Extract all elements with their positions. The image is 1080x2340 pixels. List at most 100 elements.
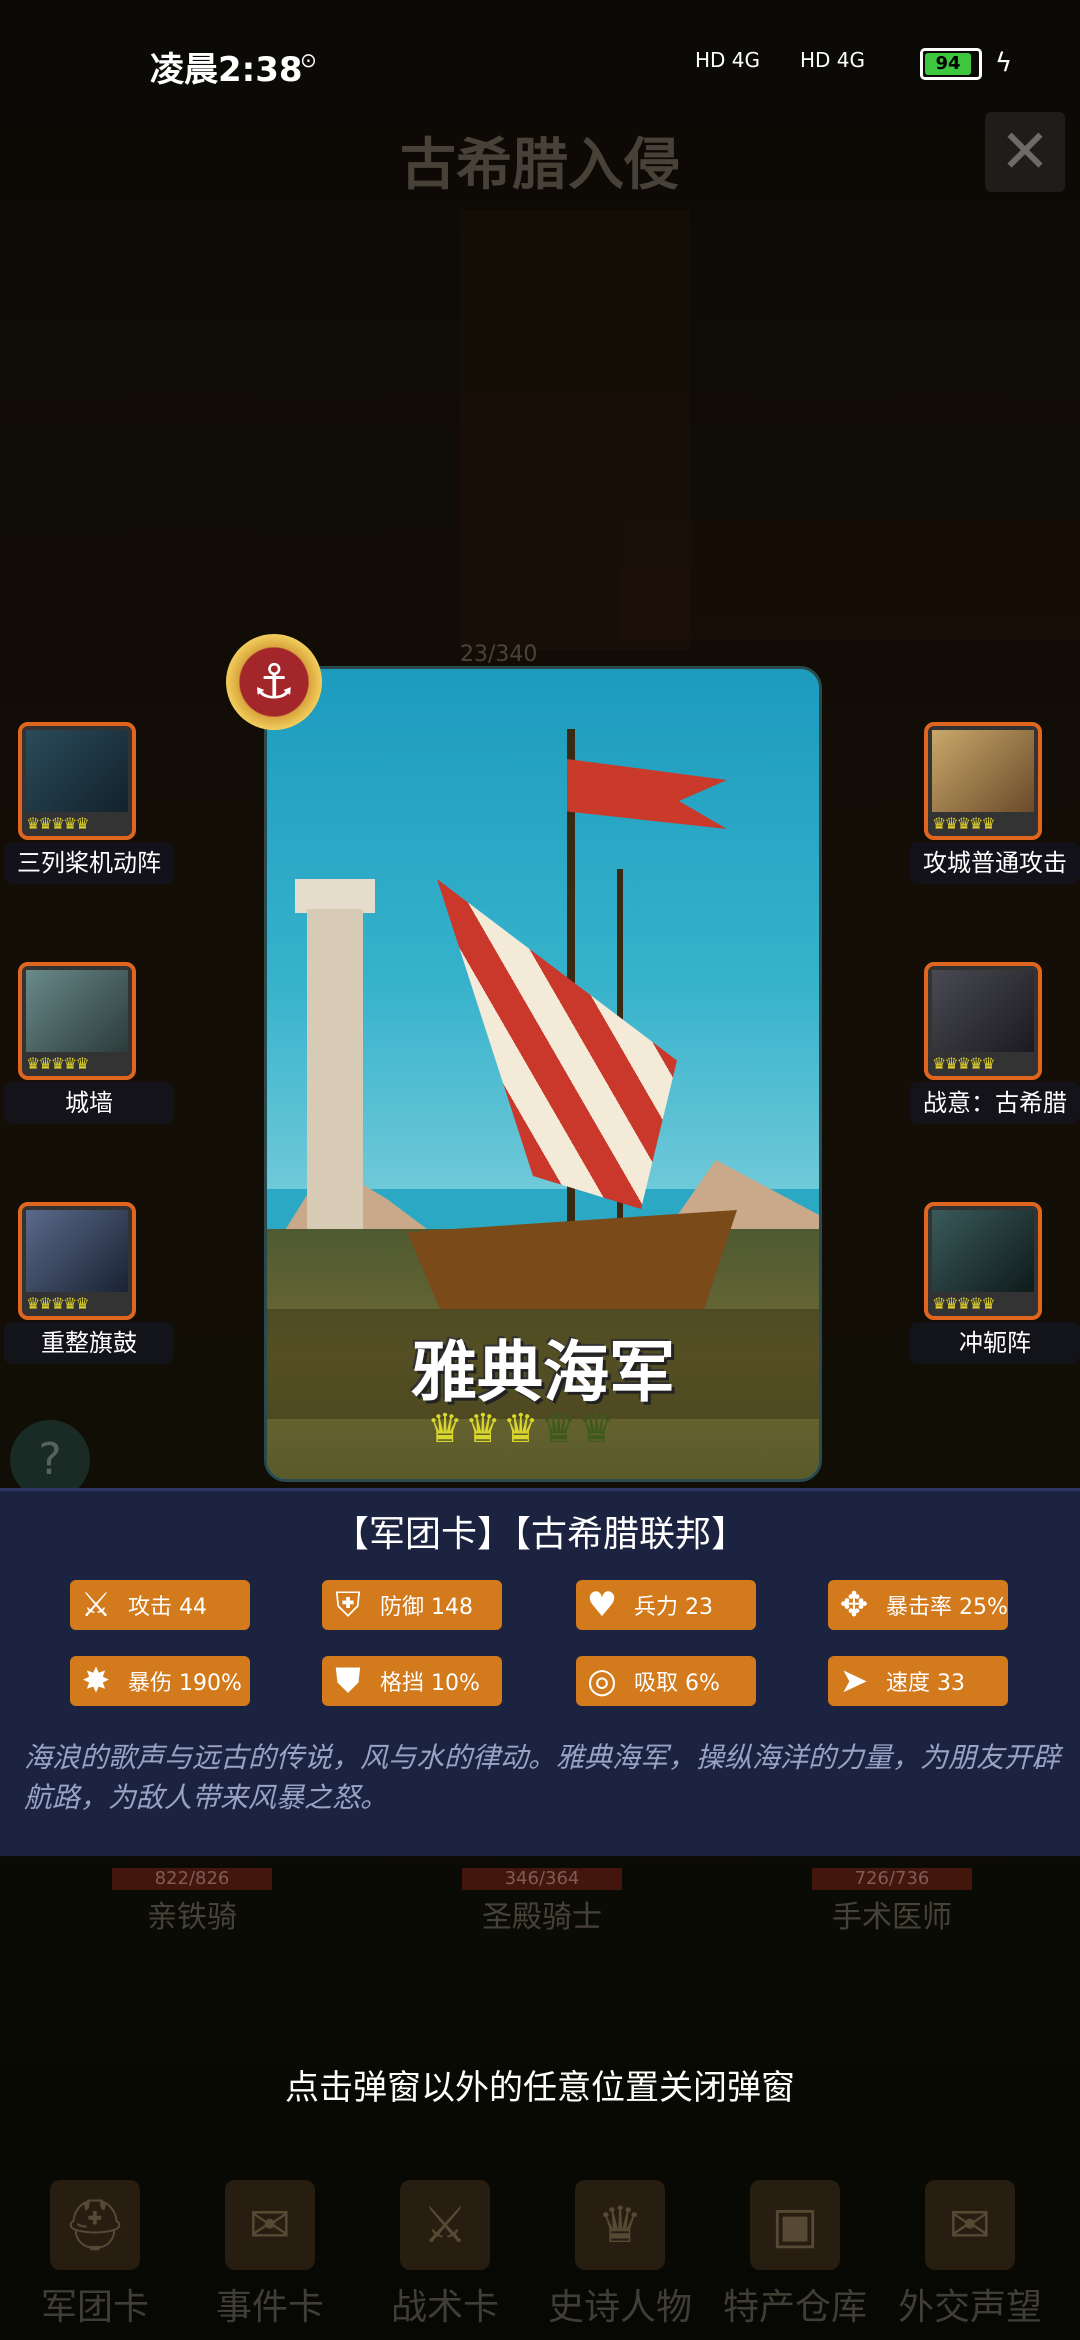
anchor-icon: ⚓ (226, 634, 322, 730)
knight-icon (26, 1210, 128, 1292)
crown-icon: ♛ (427, 1406, 463, 1452)
page-title: 古希腊入侵 (400, 133, 680, 198)
stat-crit-rate: ✥ 暴击率 25% (828, 1580, 1008, 1630)
nav-item-event-cards[interactable]: ✉ 事件卡 (185, 2170, 355, 2340)
nav-item-diplomacy[interactable]: ✉ 外交声望 (885, 2170, 1070, 2340)
unit-name: 手术医师 (832, 1900, 952, 1935)
unit-name: 亲铁骑 (147, 1900, 237, 1935)
heart-icon: ♥ (586, 1585, 618, 1625)
stat-label: 速度 33 (886, 1671, 965, 1696)
skill-slot-left-3[interactable]: ♛♛♛♛♛ 重整旗鼓 (4, 1202, 174, 1402)
skill-frame: ♛♛♛♛♛ (18, 1202, 136, 1320)
stat-label: 防御 148 (380, 1595, 473, 1620)
crossed-swords-icon: ⚔ (400, 2180, 490, 2270)
skill-label: 三列桨机动阵 (4, 842, 174, 884)
nav-item-epic-figures[interactable]: ♛ 史诗人物 (535, 2170, 705, 2340)
crit-icon: ✥ (839, 1585, 869, 1625)
skill-crowns: ♛♛♛♛♛ (26, 1294, 90, 1313)
nav-label: 外交声望 (897, 2287, 1042, 2328)
skill-frame: ♛♛♛♛♛ (18, 722, 136, 840)
status-bar: 凌晨2:38 ⊙ HD 4G HD 4G 94 ϟ (0, 0, 1080, 130)
skill-crowns: ♛♛♛♛♛ (932, 814, 996, 833)
scroll-icon: ✉ (225, 2180, 315, 2270)
skill-label: 冲轭阵 (910, 1322, 1080, 1364)
crown-icon: ♛ (502, 1406, 539, 1452)
charging-icon: ϟ (995, 48, 1013, 78)
card-name: 雅典海军 (411, 1334, 675, 1411)
skill-frame: ♛♛♛♛♛ (924, 962, 1042, 1080)
nav-item-legion-cards[interactable]: ⛑ 军团卡 (10, 2170, 180, 2340)
card-tags: 【军团卡】【古希腊联邦】 (332, 1514, 747, 1555)
skill-frame: ♛♛♛♛♛ (18, 962, 136, 1080)
card-star-rating: ♛ ♛ ♛ ♛ ♛ (427, 1405, 667, 1453)
stat-block: ⛊ 格挡 10% (322, 1656, 502, 1706)
sync-icon: ⊙ (300, 48, 317, 72)
background-counter: 23/340 (460, 642, 538, 667)
stat-troops: ♥ 兵力 23 (576, 1580, 756, 1630)
unit-card: 雅典海军 ♛ ♛ ♛ ♛ ♛ (264, 666, 822, 1482)
block-icon: ⛊ (335, 1661, 361, 1701)
attack-icon: ⚔ (80, 1585, 112, 1625)
stat-label: 吸取 6% (634, 1671, 720, 1696)
chest-icon: ▣ (750, 2180, 840, 2270)
unit-hp-bar: 346/364 (462, 1868, 622, 1890)
skill-label: 城墙 (4, 1082, 174, 1124)
card-pillar (307, 909, 363, 1269)
network-icon: HD 4G (695, 48, 761, 72)
stat-label: 兵力 23 (634, 1595, 713, 1620)
nav-label: 史诗人物 (547, 2287, 692, 2328)
stat-speed: ➤ 速度 33 (828, 1656, 1008, 1706)
crown-icon: ♛ (578, 1406, 615, 1452)
nav-label: 战术卡 (390, 2287, 499, 2328)
unit-name: 圣殿骑士 (482, 1900, 602, 1935)
stat-crit-damage: ✸ 暴伤 190% (70, 1656, 250, 1706)
lifesteal-icon: ◎ (587, 1661, 617, 1701)
letter-icon: ✉ (925, 2180, 1015, 2270)
bottom-nav: ⛑ 军团卡 ✉ 事件卡 ⚔ 战术卡 ♛ 史诗人物 ▣ 特产仓库 ✉ 外交声望 (0, 2170, 1080, 2340)
skill-crowns: ♛♛♛♛♛ (932, 1294, 996, 1313)
status-time: 凌晨2:38 (150, 50, 303, 90)
unit-hp-bar: 822/826 (112, 1868, 272, 1890)
skill-label: 攻城普通攻击 (910, 842, 1080, 884)
stat-label: 攻击 44 (128, 1595, 207, 1620)
nav-label: 特产仓库 (722, 2287, 867, 2328)
skill-crowns: ♛♛♛♛♛ (26, 1054, 90, 1073)
skill-crowns: ♛♛♛♛♛ (26, 814, 90, 833)
crit-damage-icon: ✸ (81, 1661, 111, 1701)
fire-icon (932, 730, 1034, 812)
crown-icon: ♛ (464, 1406, 501, 1452)
nav-label: 军团卡 (40, 2287, 149, 2328)
wall-icon (26, 970, 128, 1052)
warrior-icon (932, 1210, 1034, 1292)
skill-slot-right-3[interactable]: ♛♛♛♛♛ 冲轭阵 (910, 1202, 1080, 1402)
battery-level: 94 (925, 53, 971, 75)
nav-item-specialty-warehouse[interactable]: ▣ 特产仓库 (710, 2170, 880, 2340)
skill-slot-left-1[interactable]: ♛♛♛♛♛ 三列桨机动阵 (4, 722, 174, 922)
skill-label: 战意：古希腊 (910, 1082, 1080, 1124)
skill-slot-left-2[interactable]: ♛♛♛♛♛ 城墙 (4, 962, 174, 1162)
stat-label: 暴伤 190% (128, 1671, 242, 1696)
speed-icon: ➤ (839, 1661, 869, 1701)
defense-icon: ⛨ (335, 1585, 361, 1625)
skill-slot-right-1[interactable]: ♛♛♛♛♛ 攻城普通攻击 (910, 722, 1080, 922)
skill-frame: ♛♛♛♛♛ (924, 1202, 1042, 1320)
ship-icon (26, 730, 128, 812)
stat-lifesteal: ◎ 吸取 6% (576, 1656, 756, 1706)
skill-frame: ♛♛♛♛♛ (924, 722, 1042, 840)
stat-attack: ⚔ 攻击 44 (70, 1580, 250, 1630)
sword-icon (932, 970, 1034, 1052)
stat-label: 暴击率 25% (886, 1595, 1008, 1620)
helmet-icon: ⛑ (50, 2180, 140, 2270)
card-description: 海浪的歌声与远古的传说，风与水的律动。雅典海军，操纵海洋的力量，为朋友开辟航路，… (24, 1741, 1061, 1814)
close-button[interactable]: ✕ (985, 112, 1065, 192)
crown-icon: ♛ (575, 2180, 665, 2270)
card-pillar-cap (295, 879, 375, 913)
close-icon: ✕ (999, 117, 1051, 187)
skill-slot-right-2[interactable]: ♛♛♛♛♛ 战意：古希腊 (910, 962, 1080, 1162)
stat-defense: ⛨ 防御 148 (322, 1580, 502, 1630)
crown-icon: ♛ (540, 1406, 577, 1452)
close-hint: 点击弹窗以外的任意位置关闭弹窗 (285, 2068, 795, 2108)
nav-item-tactic-cards[interactable]: ⚔ 战术卡 (360, 2170, 530, 2340)
nav-label: 事件卡 (215, 2287, 324, 2328)
network-icon-2: HD 4G (800, 48, 866, 72)
